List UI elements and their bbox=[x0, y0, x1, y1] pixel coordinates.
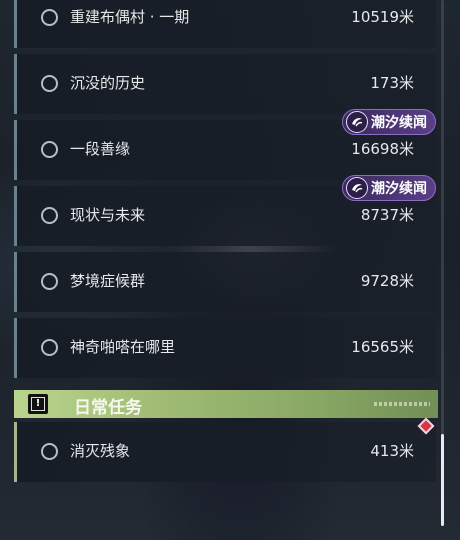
badge-label: 潮汐续闻 bbox=[371, 181, 427, 197]
quest-row-2[interactable]: 沉没的历史 173米 bbox=[14, 54, 436, 114]
quest-name: 现状与未来 bbox=[70, 206, 146, 224]
section-title: 日常任务 bbox=[74, 398, 142, 418]
quest-row-4[interactable]: 现状与未来 8737米 潮汐续闻 bbox=[14, 175, 436, 246]
quest-distance: 9728米 bbox=[360, 272, 414, 290]
scrollbar-thumb[interactable] bbox=[441, 434, 444, 526]
quest-distance: 173米 bbox=[370, 74, 414, 92]
tide-swirl-icon bbox=[346, 111, 368, 133]
quest-row-1[interactable]: 重建布偶村 · 一期 10519米 bbox=[14, 0, 436, 48]
quest-distance: 413米 bbox=[370, 442, 414, 460]
quest-status-circle-icon bbox=[41, 9, 58, 26]
quest-name: 重建布偶村 · 一期 bbox=[70, 8, 190, 26]
quest-row-6[interactable]: 神奇啪嗒在哪里 16565米 bbox=[14, 318, 436, 378]
quest-status-circle-icon bbox=[41, 339, 58, 356]
daily-quest-row-1[interactable]: 消灭残象 413米 bbox=[14, 422, 436, 482]
tide-badge: 潮汐续闻 bbox=[342, 109, 436, 135]
quest-status-circle-icon bbox=[41, 75, 58, 92]
quest-distance: 10519米 bbox=[351, 8, 414, 26]
quest-row-3[interactable]: 一段善缘 16698米 潮汐续闻 bbox=[14, 109, 436, 180]
quest-distance: 16698米 bbox=[351, 140, 414, 158]
quest-name: 梦境症候群 bbox=[70, 272, 146, 290]
quest-name: 沉没的历史 bbox=[70, 74, 146, 92]
tide-swirl-icon bbox=[346, 177, 368, 199]
quest-status-circle-icon bbox=[41, 207, 58, 224]
badge-label: 潮汐续闻 bbox=[371, 115, 427, 131]
exclamation-icon: ! bbox=[28, 394, 48, 414]
quest-name: 一段善缘 bbox=[70, 140, 131, 158]
daily-section-header: ! 日常任务 bbox=[14, 390, 438, 418]
quest-name: 消灭残象 bbox=[70, 442, 131, 460]
quest-status-circle-icon bbox=[41, 141, 58, 158]
tide-badge: 潮汐续闻 bbox=[342, 175, 436, 201]
quest-distance: 8737米 bbox=[360, 206, 414, 224]
quest-status-circle-icon bbox=[41, 443, 58, 460]
quest-distance: 16565米 bbox=[351, 338, 414, 356]
quest-name: 神奇啪嗒在哪里 bbox=[70, 338, 176, 356]
quest-status-circle-icon bbox=[41, 273, 58, 290]
decorative-stripe bbox=[374, 402, 430, 406]
quest-row-5[interactable]: 梦境症候群 9728米 bbox=[14, 252, 436, 312]
